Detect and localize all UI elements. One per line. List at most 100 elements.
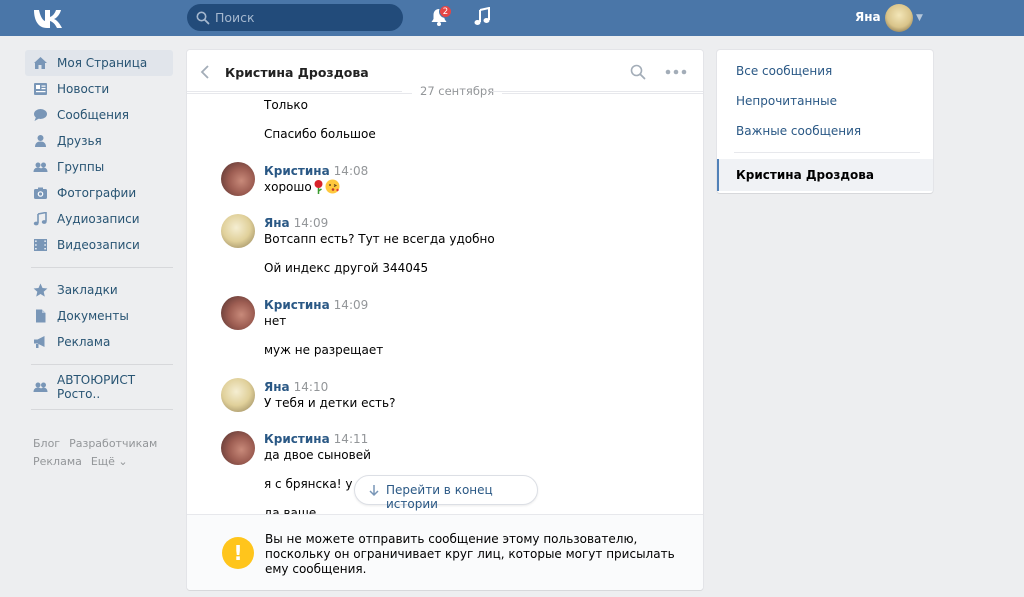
sidebar-item-ads[interactable]: Реклама — [25, 329, 173, 355]
messages-filter-menu: Все сообщения Непрочитанные Важные сообщ… — [717, 50, 933, 193]
top-header: Поиск 2 Яна ▼ — [0, 0, 1024, 36]
message-item: хорошо — [264, 179, 340, 194]
sidebar-item-groups[interactable]: Группы — [25, 154, 173, 180]
avatar[interactable] — [221, 214, 255, 248]
messages-icon — [34, 109, 47, 121]
footer-link-more[interactable]: Ещё ⌄ — [91, 455, 128, 468]
sidebar-item-label: Моя Страница — [57, 56, 148, 70]
footer-link-blog[interactable]: Блог — [33, 437, 60, 450]
more-options-icon[interactable] — [665, 69, 687, 75]
rose-emoji-icon — [314, 180, 323, 194]
message-text: хорошо — [264, 180, 312, 194]
sidebar-item-news[interactable]: Новости — [25, 76, 173, 102]
sidebar-item-friends[interactable]: Друзья — [25, 128, 173, 154]
vk-logo[interactable] — [32, 7, 66, 29]
sidebar-item-label: Друзья — [57, 134, 102, 148]
chat-panel: Кристина Дроздова 27 сентября Только Спа… — [187, 50, 703, 590]
message-text: У тебя и детки есть? — [264, 396, 396, 410]
megaphone-icon — [34, 336, 45, 348]
header-user-name[interactable]: Яна — [855, 10, 881, 24]
group-icon — [33, 382, 48, 392]
message-author[interactable]: Кристина 14:09 — [264, 298, 368, 312]
notification-badge: 2 — [439, 5, 452, 18]
avatar[interactable] — [221, 431, 255, 465]
search-icon[interactable] — [630, 64, 646, 80]
sidebar-item-photos[interactable]: Фотографии — [25, 180, 173, 206]
message-author[interactable]: Кристина 14:08 — [264, 164, 368, 178]
message-text: Вотсапп есть? Тут не всегда удобно — [264, 232, 495, 246]
document-icon — [36, 309, 46, 323]
sidebar-item-bookmarks[interactable]: Закладки — [25, 277, 173, 303]
sidebar-item-label: Реклама — [57, 335, 111, 349]
cannot-send-notice: ! Вы не можете отправить сообщение этому… — [187, 514, 703, 590]
sidebar-item-label: Фотографии — [57, 186, 137, 200]
date-separator: 27 сентября — [187, 84, 703, 100]
kiss-emoji-icon — [325, 179, 340, 194]
warning-icon: ! — [222, 537, 254, 569]
divider — [31, 364, 173, 365]
divider — [31, 267, 173, 268]
sidebar-item-label: АВТОЮРИСТ Росто.. — [57, 373, 136, 401]
go-to-end-button[interactable]: Перейти в конец истории — [354, 475, 538, 511]
search-input[interactable]: Поиск — [187, 4, 403, 31]
message-author[interactable]: Яна 14:10 — [264, 380, 328, 394]
active-chat-label: Кристина Дроздова — [736, 168, 874, 182]
date-label: 27 сентября — [412, 84, 503, 98]
search-icon — [196, 11, 210, 25]
avatar[interactable] — [221, 162, 255, 196]
sidebar-nav: Моя Страница Новости Сообщения Друзья Гр… — [25, 50, 173, 419]
music-icon — [33, 212, 47, 226]
avatar[interactable] — [221, 296, 255, 330]
music-note-icon[interactable] — [473, 7, 491, 27]
search-placeholder: Поиск — [215, 10, 255, 25]
message-text: Спасибо большое — [264, 127, 376, 141]
menu-item-unread[interactable]: Непрочитанные — [736, 94, 837, 108]
sidebar-item-label: Группы — [57, 160, 105, 174]
chat-title[interactable]: Кристина Дроздова — [225, 65, 369, 80]
menu-item-important[interactable]: Важные сообщения — [736, 124, 861, 138]
message-time: 14:09 — [293, 216, 329, 230]
footer-link-developers[interactable]: Разработчикам — [69, 437, 157, 450]
sidebar-item-documents[interactable]: Документы — [25, 303, 173, 329]
message-text: да ваше — [264, 506, 317, 514]
sidebar-item-messages[interactable]: Сообщения — [25, 102, 173, 128]
friends-icon — [35, 135, 46, 147]
sidebar-item-my-page[interactable]: Моя Страница — [25, 50, 173, 76]
menu-item-all-messages[interactable]: Все сообщения — [736, 64, 832, 78]
sidebar-item-label: Документы — [57, 309, 129, 323]
sidebar-item-label: Новости — [57, 82, 110, 96]
message-text: Только — [264, 98, 309, 112]
home-icon — [34, 57, 47, 69]
footer-links: Блог Разработчикам Реклама Ещё ⌄ — [33, 435, 163, 471]
chevron-down-icon[interactable]: ▼ — [916, 13, 923, 23]
sidebar-item-label: Аудиозаписи — [57, 212, 140, 226]
groups-icon — [33, 162, 48, 172]
divider — [31, 409, 173, 410]
star-icon — [33, 283, 48, 297]
sidebar-item-label: Закладки — [57, 283, 118, 297]
sidebar-item-label: Видеозаписи — [57, 238, 140, 252]
footer-link-ads[interactable]: Реклама — [33, 455, 82, 468]
avatar[interactable] — [221, 378, 255, 412]
message-time: 14:09 — [333, 298, 369, 312]
message-time: 14:08 — [333, 164, 369, 178]
sidebar-item-audio[interactable]: Аудиозаписи — [25, 206, 173, 232]
menu-item-active-chat[interactable]: Кристина Дроздова — [717, 159, 933, 191]
go-to-end-label: Перейти в конец истории — [386, 483, 493, 511]
sidebar-item-videos[interactable]: Видеозаписи — [25, 232, 173, 258]
camera-icon — [34, 187, 47, 199]
message-author[interactable]: Яна 14:09 — [264, 216, 328, 230]
news-icon — [34, 83, 47, 95]
back-arrow-icon[interactable] — [200, 64, 210, 80]
message-time: 14:10 — [293, 380, 329, 394]
divider — [734, 152, 920, 153]
message-text: муж не разрещает — [264, 343, 384, 357]
message-time: 14:11 — [333, 432, 369, 446]
sidebar-item-autoyurist[interactable]: АВТОЮРИСТ Росто.. — [25, 373, 173, 401]
message-list[interactable]: Только Спасибо большое Кристина 14:08 хор… — [187, 94, 703, 514]
notice-text: Вы не можете отправить сообщение этому п… — [265, 532, 675, 576]
message-author[interactable]: Кристина 14:11 — [264, 432, 368, 446]
video-icon — [34, 239, 47, 251]
arrow-down-icon — [369, 485, 379, 497]
header-avatar[interactable] — [885, 4, 913, 32]
